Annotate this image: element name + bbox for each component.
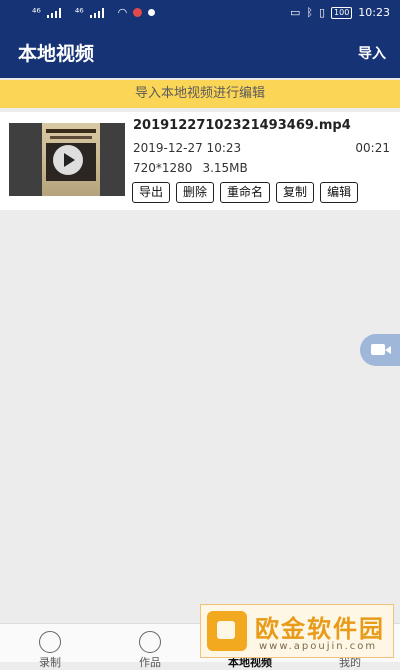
- video-thumbnail[interactable]: [9, 123, 125, 196]
- status-right: ▭ ᛒ ▯ 100 10:23: [290, 6, 390, 19]
- battery-icon: 100: [331, 6, 353, 19]
- copy-button[interactable]: 复制: [276, 182, 315, 203]
- import-button[interactable]: 导入: [358, 43, 386, 63]
- export-button[interactable]: 导出: [132, 182, 171, 203]
- video-actions: 导出 删除 重命名 复制 编辑: [132, 182, 359, 203]
- signal-icon-2: ⁴⁶: [74, 6, 84, 19]
- floating-camera-button[interactable]: [360, 334, 400, 366]
- app-bar: 本地视频 导入: [0, 26, 400, 78]
- video-filename: 20191227102321493469.mp4: [133, 118, 351, 133]
- nav-label-record: 录制: [39, 656, 61, 669]
- nav-label-works: 作品: [139, 656, 161, 669]
- nav-item-works[interactable]: 作品: [100, 624, 200, 669]
- video-meta: 720*1280 3.15MB: [133, 161, 248, 175]
- play-icon[interactable]: [53, 145, 83, 175]
- watermark-url: www.apoujin.com: [259, 641, 378, 652]
- camera-icon: [371, 344, 391, 355]
- status-left: ⁴⁶ ⁴⁶ ◠: [32, 6, 156, 19]
- video-size: 3.15MB: [202, 161, 248, 175]
- signal-bars-icon: [46, 7, 69, 18]
- mic-icon: [133, 8, 143, 17]
- signal-bars-icon-2: [89, 7, 112, 18]
- delete-button[interactable]: 删除: [176, 182, 215, 203]
- signal-icon: ⁴⁶: [32, 6, 41, 19]
- rename-button[interactable]: 重命名: [220, 182, 271, 203]
- status-bar: ⁴⁶ ⁴⁶ ◠ ▭ ᛒ ▯ 100 10:23: [0, 0, 400, 26]
- site-watermark: 欧金软件园 www.apoujin.com: [200, 604, 394, 658]
- audio-wave-icon: [139, 631, 161, 653]
- watermark-brand: 欧金软件园: [255, 615, 385, 643]
- video-card[interactable]: 20191227102321493469.mp4 2019-12-27 10:2…: [0, 112, 400, 210]
- notification-dot-icon: [148, 9, 156, 16]
- watermark-logo-icon: [207, 611, 247, 651]
- bluetooth-icon: ᛒ: [306, 6, 313, 19]
- nfc-icon: ▭: [289, 6, 301, 19]
- status-time: 10:23: [358, 6, 390, 19]
- nav-item-record[interactable]: 录制: [0, 624, 100, 669]
- video-date: 2019-12-27 10:23: [133, 141, 242, 155]
- home-icon: [39, 631, 61, 653]
- video-duration: 00:21: [355, 141, 390, 155]
- vibrate-icon: ▯: [318, 6, 326, 19]
- video-resolution: 720*1280: [133, 161, 193, 175]
- import-banner[interactable]: 导入本地视频进行编辑: [0, 80, 400, 108]
- wifi-icon: ◠: [117, 6, 128, 19]
- edit-button[interactable]: 编辑: [320, 182, 359, 203]
- page-title: 本地视频: [18, 43, 95, 65]
